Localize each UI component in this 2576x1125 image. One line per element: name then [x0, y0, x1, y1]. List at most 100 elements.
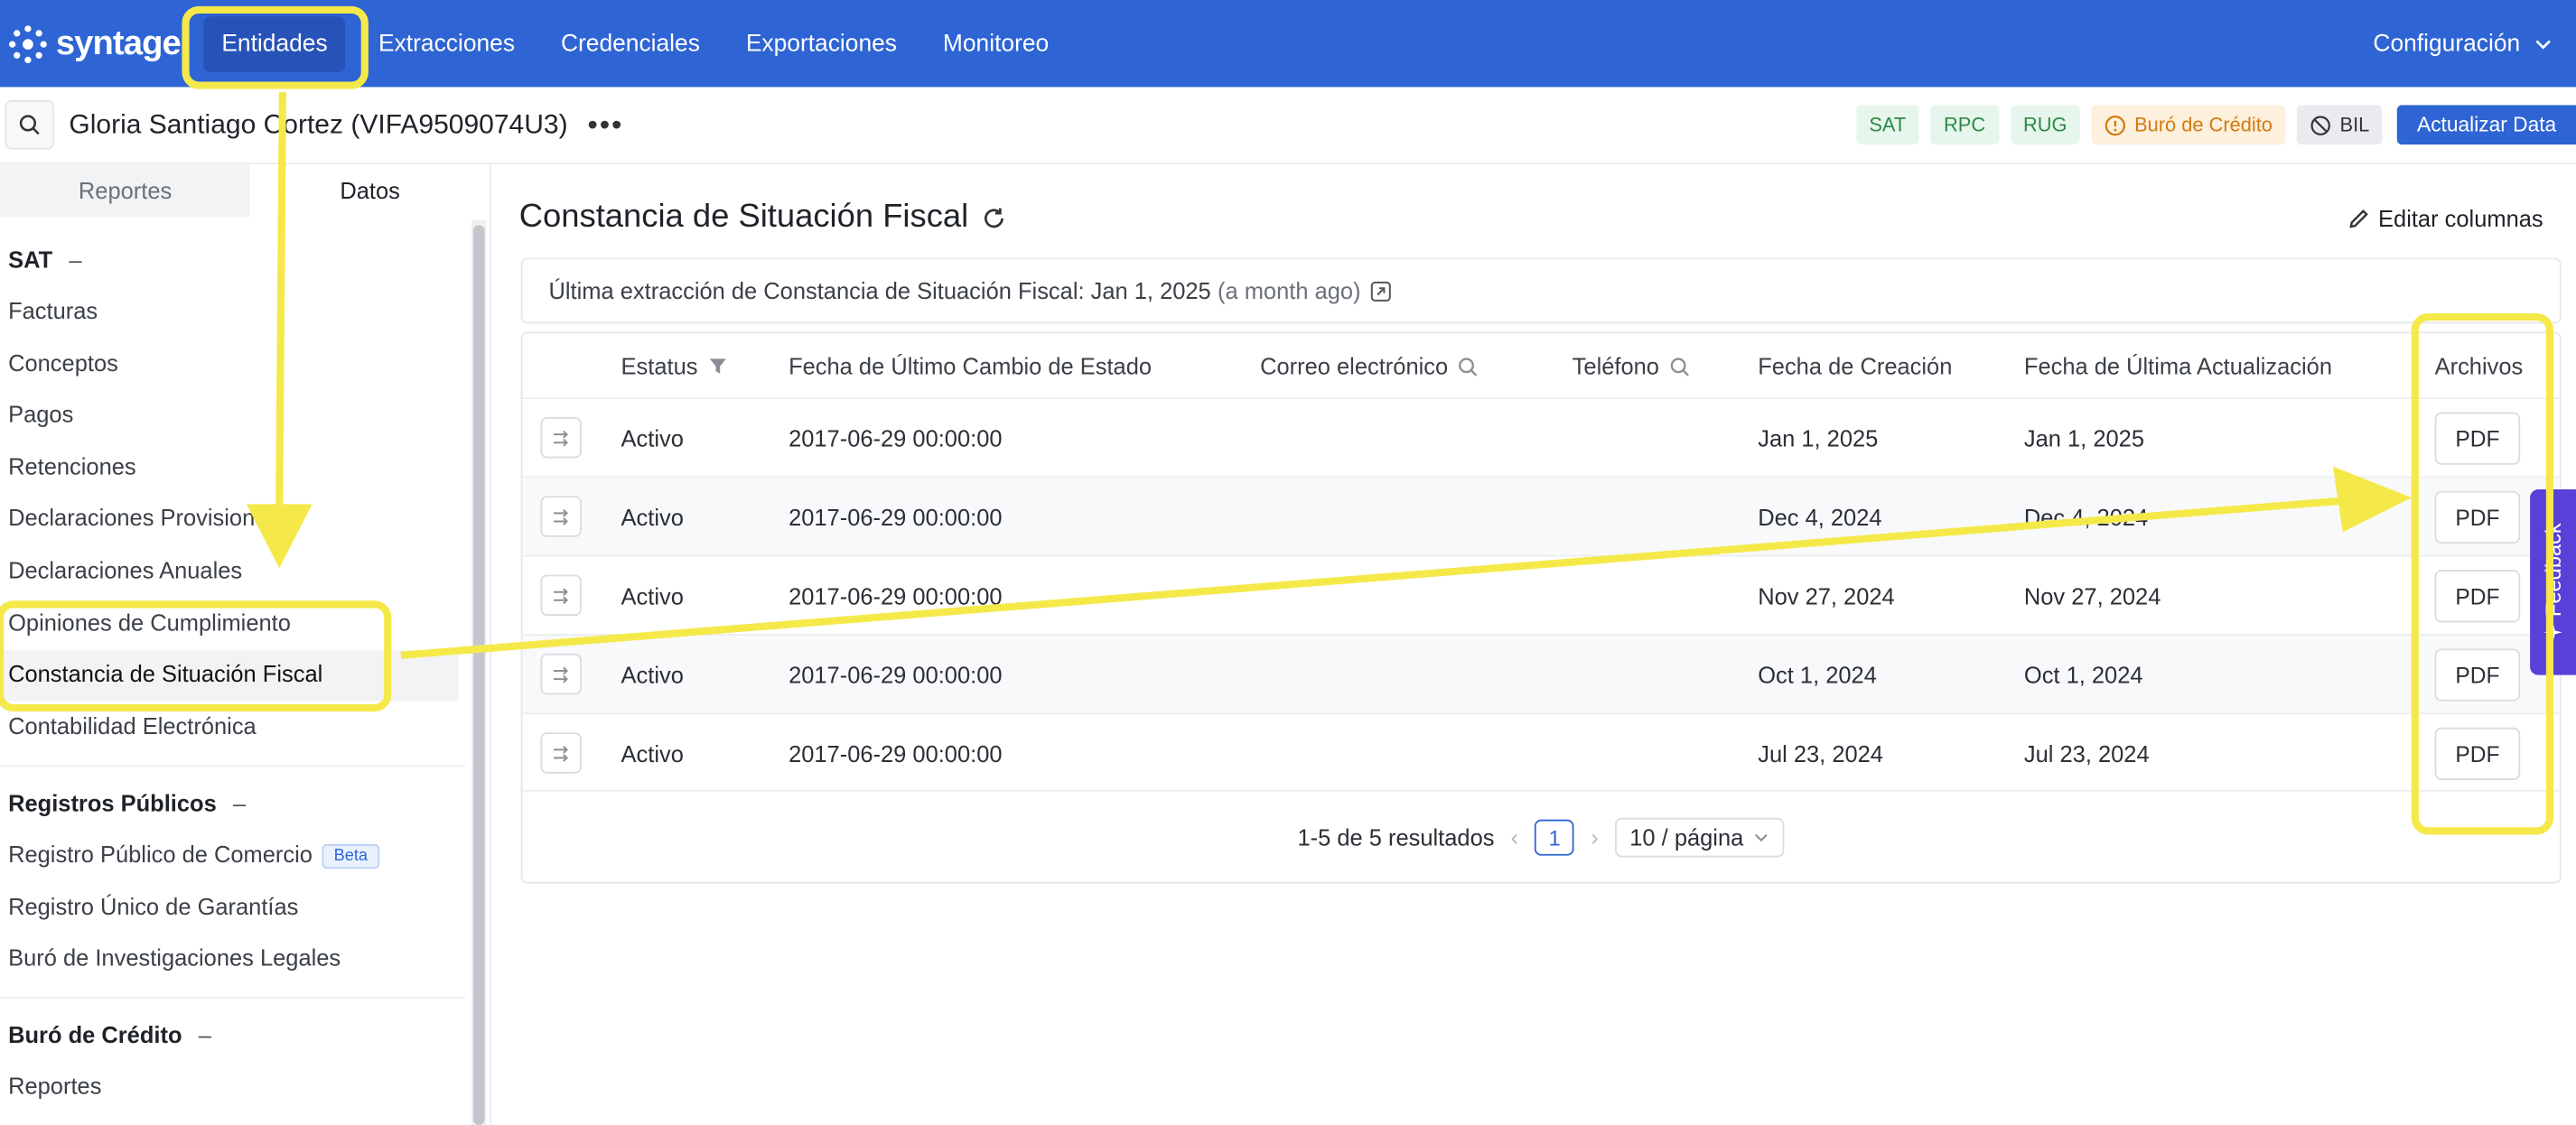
filter-icon[interactable]	[707, 357, 727, 377]
col-estatus[interactable]: Estatus	[621, 333, 728, 399]
refresh-icon[interactable]	[982, 204, 1008, 230]
section-sat[interactable]: SAT –	[8, 246, 81, 273]
cell-fecha-creacion: Nov 27, 2024	[1758, 582, 1895, 609]
tag-sat[interactable]: SAT	[1855, 105, 1919, 145]
sidebar-divider	[0, 765, 465, 767]
page-size-label: 10 / página	[1629, 824, 1744, 851]
cell-fecha-actualizacion: Nov 27, 2024	[2023, 582, 2161, 609]
nav-entidades[interactable]: Entidades	[203, 15, 346, 72]
sidebar-item-contabilidad[interactable]: Contabilidad Electrónica	[8, 712, 257, 739]
pdf-button[interactable]: PDF	[2434, 570, 2521, 623]
col-estatus-label: Estatus	[621, 353, 698, 380]
col-fecha-creacion[interactable]: Fecha de Creación	[1758, 333, 1952, 399]
page-title: Constancia de Situación Fiscal	[519, 199, 1008, 237]
sidebar-divider	[0, 997, 465, 999]
edit-columns-label: Editar columnas	[2378, 205, 2543, 232]
warning-circle-icon	[2105, 115, 2126, 135]
page-number[interactable]: 1	[1535, 819, 1575, 856]
sidebar-item-declaraciones-anuales[interactable]: Declaraciones Anuales	[8, 557, 242, 583]
edit-columns-button[interactable]: Editar columnas	[2347, 205, 2543, 231]
cell-fecha-cambio: 2017-06-29 00:00:00	[789, 740, 1003, 767]
pagination: 1-5 de 5 resultados ‹ 1 › 10 / página	[522, 817, 2559, 858]
page-size-select[interactable]: 10 / página	[1614, 817, 1785, 858]
cell-fecha-creacion: Dec 4, 2024	[1758, 504, 1882, 531]
sidebar-item-rpc-label: Registro Público de Comercio	[8, 841, 313, 868]
tag-rug[interactable]: RUG	[2010, 105, 2081, 145]
sidebar-scrollbar-thumb[interactable]	[472, 225, 485, 1125]
tag-buro[interactable]: Buró de Crédito	[2091, 105, 2286, 145]
cell-estatus: Activo	[621, 740, 684, 767]
more-options-icon[interactable]: •••	[587, 107, 623, 142]
pagination-summary: 1-5 de 5 resultados	[1297, 824, 1495, 851]
cell-fecha-actualizacion: Dec 4, 2024	[2023, 504, 2149, 531]
nav-credenciales[interactable]: Credenciales	[537, 0, 723, 87]
tag-bil-label: BIL	[2339, 113, 2370, 136]
sidebar-item-bil[interactable]: Buró de Investigaciones Legales	[8, 944, 341, 971]
brand-logo[interactable]: syntage	[6, 23, 182, 65]
search-icon[interactable]	[1669, 356, 1691, 377]
col-correo-label: Correo electrónico	[1260, 353, 1449, 380]
pdf-button[interactable]: PDF	[2434, 727, 2521, 780]
col-correo[interactable]: Correo electrónico	[1260, 333, 1479, 399]
tag-bil[interactable]: BIL	[2297, 105, 2383, 145]
external-link-icon[interactable]	[1370, 280, 1392, 302]
sidebar-item-buro-reportes[interactable]: Reportes	[8, 1073, 101, 1099]
col-archivos: Archivos	[2434, 353, 2524, 380]
sidebar-item-rug[interactable]: Registro Único de Garantías	[8, 893, 298, 919]
chevron-down-icon	[2535, 39, 2551, 49]
section-buro[interactable]: Buró de Crédito –	[8, 1021, 211, 1047]
expand-row-icon[interactable]	[540, 417, 582, 459]
cell-fecha-cambio: 2017-06-29 00:00:00	[789, 582, 1003, 609]
nav-monitoreo[interactable]: Monitoreo	[919, 0, 1071, 87]
prev-page-icon[interactable]: ‹	[1511, 824, 1518, 851]
tag-buro-label: Buró de Crédito	[2134, 113, 2273, 136]
col-telefono[interactable]: Teléfono	[1573, 333, 1691, 399]
entity-tags: SAT RPC RUG Buró de Crédito BIL Actualiz…	[1855, 105, 2576, 145]
search-icon[interactable]	[1458, 356, 1479, 377]
sidebar-item-retenciones[interactable]: Retenciones	[8, 453, 136, 479]
sidebar-item-conceptos[interactable]: Conceptos	[8, 349, 118, 376]
sidebar-item-rpc[interactable]: Registro Público de Comercio Beta	[8, 841, 379, 869]
sidebar-item-pagos[interactable]: Pagos	[8, 401, 73, 427]
last-extraction-ago: (a month ago)	[1218, 277, 1361, 304]
feedback-label: Feedback	[2540, 523, 2566, 618]
section-registros[interactable]: Registros Públicos –	[8, 790, 246, 816]
sidebar-item-constancia[interactable]: Constancia de Situación Fiscal	[8, 660, 322, 686]
cell-fecha-cambio: 2017-06-29 00:00:00	[789, 662, 1003, 689]
col-fecha-cambio[interactable]: Fecha de Último Cambio de Estado	[789, 333, 1152, 399]
collapse-icon[interactable]: –	[69, 246, 81, 273]
expand-row-icon[interactable]	[540, 574, 582, 617]
collapse-icon[interactable]: –	[233, 790, 246, 816]
pdf-button[interactable]: PDF	[2434, 648, 2521, 702]
sidebar-item-opiniones[interactable]: Opiniones de Cumplimiento	[8, 609, 291, 636]
expand-row-icon[interactable]	[540, 732, 582, 774]
col-fecha-actualizacion[interactable]: Fecha de Última Actualización	[2024, 333, 2332, 399]
expand-row-icon[interactable]	[540, 653, 582, 695]
search-icon	[19, 115, 40, 135]
sidebar-item-declaraciones-provisionales[interactable]: Declaraciones Provisionales	[8, 504, 297, 530]
feedback-tab[interactable]: Feedback	[2530, 489, 2576, 675]
cell-estatus: Activo	[621, 582, 684, 609]
syntage-logo-icon	[9, 24, 47, 63]
tab-reportes[interactable]: Reportes	[0, 163, 251, 218]
entity-bar: Gloria Santiago Cortez (VIFA9509074U3) •…	[0, 87, 2576, 164]
update-data-button[interactable]: Actualizar Data	[2397, 105, 2576, 145]
cell-fecha-creacion: Jul 23, 2024	[1758, 740, 1883, 767]
data-table: Estatus Fecha de Último Cambio de Estado…	[520, 331, 2562, 884]
tag-rpc[interactable]: RPC	[1930, 105, 1999, 145]
tab-datos[interactable]: Datos	[250, 164, 490, 217]
nav-extracciones[interactable]: Extracciones	[356, 0, 538, 87]
sidebar-item-facturas[interactable]: Facturas	[8, 297, 98, 323]
next-page-icon[interactable]: ›	[1591, 824, 1598, 851]
expand-row-icon[interactable]	[540, 496, 582, 537]
pdf-button[interactable]: PDF	[2434, 490, 2521, 544]
main-nav: Entidades Extracciones Credenciales Expo…	[193, 0, 1071, 87]
section-buro-title: Buró de Crédito	[8, 1021, 182, 1048]
col-telefono-label: Teléfono	[1572, 353, 1659, 380]
beta-badge: Beta	[322, 843, 379, 869]
pdf-button[interactable]: PDF	[2434, 412, 2521, 465]
nav-exportaciones[interactable]: Exportaciones	[723, 0, 919, 87]
config-menu[interactable]: Configuración	[2373, 0, 2553, 87]
collapse-icon[interactable]: –	[199, 1021, 211, 1047]
entity-search-button[interactable]	[5, 99, 55, 150]
